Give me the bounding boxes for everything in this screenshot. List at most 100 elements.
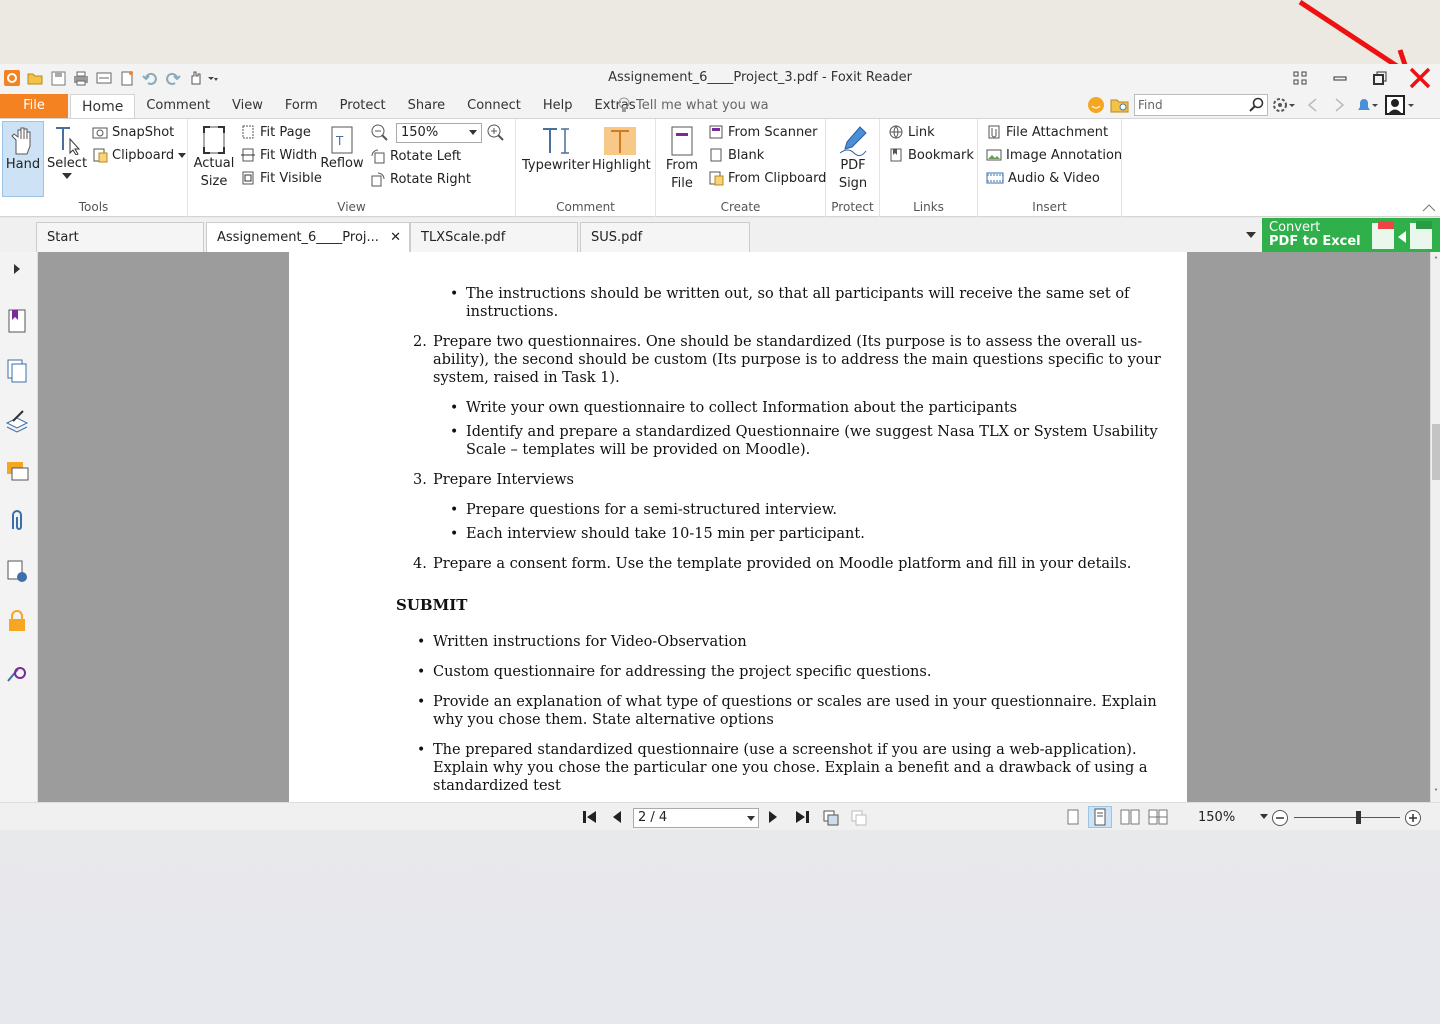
find-input[interactable]: Find [1134, 94, 1268, 116]
zoom-select[interactable]: 150% [396, 123, 482, 143]
open-folder-icon[interactable] [25, 69, 45, 87]
page-number-input[interactable]: 2 / 4 [633, 808, 759, 828]
print-icon[interactable] [71, 69, 91, 87]
zoom-slider-track[interactable] [1294, 817, 1400, 818]
first-page-icon[interactable] [582, 809, 598, 825]
rotate-right-button[interactable]: Rotate Right [370, 169, 471, 189]
user-account-icon[interactable] [1384, 95, 1416, 115]
zoom-slider-thumb[interactable] [1355, 811, 1361, 824]
from-clipboard-button[interactable]: From Clipboard [708, 168, 826, 188]
search-icon[interactable] [1248, 97, 1264, 113]
pages-panel-icon[interactable] [4, 358, 30, 384]
snapshot-button[interactable]: SnapShot [92, 122, 174, 142]
tab-sus[interactable]: SUS.pdf [580, 222, 750, 252]
back-arrow-icon[interactable] [1302, 96, 1324, 114]
single-page-view-icon[interactable] [1064, 808, 1082, 826]
link-button[interactable]: Link [888, 122, 935, 142]
minimize-button[interactable] [1320, 64, 1360, 92]
hand-tool-dropdown-icon[interactable] [186, 69, 220, 87]
fit-visible-button[interactable]: Fit Visible [240, 168, 322, 188]
tab-tlxscale[interactable]: TLXScale.pdf [410, 222, 578, 252]
forward-arrow-icon[interactable] [1328, 96, 1350, 114]
file-tab[interactable]: File [0, 94, 68, 118]
tab-list-dropdown-icon[interactable] [1246, 232, 1256, 238]
tab-start[interactable]: Start [36, 222, 204, 252]
file-attachment-button[interactable]: File Attachment [986, 122, 1108, 142]
comment-group-label: Comment [556, 200, 615, 214]
scroll-down-icon[interactable]: ˅ [1431, 788, 1440, 798]
reflow-button[interactable]: T Reflow [320, 121, 364, 181]
bookmarks-panel-icon[interactable] [4, 308, 30, 334]
gear-icon[interactable] [1272, 96, 1298, 114]
tab-comment[interactable]: Comment [135, 94, 221, 118]
vertical-scrollbar[interactable]: ˄ ˅ [1430, 252, 1440, 802]
signatures-panel-icon[interactable] [4, 558, 30, 584]
blank-button[interactable]: Blank [708, 145, 764, 165]
doc-line: system, raised in Task 1). [433, 370, 620, 386]
convert-pdf-to-excel-banner[interactable]: Convert PDF to Excel [1262, 218, 1440, 252]
hand-tool-button[interactable]: Hand [2, 121, 44, 197]
audio-video-label: Audio & Video [1008, 170, 1100, 186]
previous-view-icon[interactable] [822, 809, 840, 827]
tab-share[interactable]: Share [397, 94, 457, 118]
next-page-icon[interactable] [766, 809, 780, 825]
pdf-sign-button[interactable]: PDF Sign [830, 121, 876, 199]
tab-view[interactable]: View [221, 94, 274, 118]
clipboard-button[interactable]: Clipboard [92, 145, 187, 165]
collapse-ribbon-icon[interactable] [1422, 204, 1436, 212]
tell-me-search[interactable]: Tell me what you wa [618, 97, 769, 113]
smiley-feedback-icon[interactable] [1086, 95, 1106, 115]
tab-assignment[interactable]: Assignement_6____Proj... ✕ [206, 222, 410, 252]
zoom-in-icon[interactable] [486, 122, 504, 142]
restore-button[interactable] [1360, 64, 1400, 92]
zoom-out-button[interactable] [1271, 809, 1289, 827]
fit-width-button[interactable]: Fit Width [240, 145, 317, 165]
comments-panel-icon[interactable] [4, 458, 30, 484]
actual-size-button[interactable]: Actual Size [192, 121, 236, 199]
tab-home[interactable]: Home [70, 94, 136, 118]
continuous-view-icon[interactable] [1088, 806, 1112, 828]
bookmark-button[interactable]: Bookmark [888, 145, 974, 165]
audio-video-button[interactable]: Audio & Video [986, 168, 1100, 188]
search-tools-panel-icon[interactable] [4, 658, 30, 684]
ribbon-display-options-icon[interactable] [1280, 64, 1320, 92]
zoom-dropdown-icon[interactable] [1260, 814, 1268, 819]
foxit-logo-icon[interactable] [2, 69, 22, 87]
save-icon[interactable] [48, 69, 68, 87]
close-button[interactable] [1400, 64, 1440, 92]
bell-notification-icon[interactable] [1354, 96, 1380, 114]
security-lock-icon[interactable] [4, 608, 30, 634]
expand-panel-arrow-icon[interactable] [4, 256, 30, 282]
tab-help[interactable]: Help [532, 94, 584, 118]
search-folder-icon[interactable] [1110, 96, 1130, 114]
continuous-facing-view-icon[interactable] [1148, 808, 1168, 826]
image-annotation-button[interactable]: Image Annotation [986, 145, 1122, 165]
tab-protect[interactable]: Protect [329, 94, 397, 118]
fit-page-button[interactable]: Fit Page [240, 122, 311, 142]
highlight-button[interactable]: Highlight [592, 121, 651, 181]
next-view-icon[interactable] [850, 809, 868, 827]
close-tab-icon[interactable]: ✕ [390, 223, 401, 253]
attachments-panel-icon[interactable] [4, 508, 30, 534]
tab-connect[interactable]: Connect [456, 94, 532, 118]
redo-icon[interactable] [163, 69, 183, 87]
scan-icon[interactable] [94, 69, 114, 87]
scrollbar-thumb[interactable] [1432, 424, 1440, 480]
rotate-left-button[interactable]: Rotate Left [370, 146, 461, 166]
previous-page-icon[interactable] [610, 809, 624, 825]
zoom-in-button[interactable] [1404, 809, 1422, 827]
facing-view-icon[interactable] [1120, 808, 1140, 826]
select-tool-button[interactable]: Select [46, 121, 88, 197]
from-scanner-button[interactable]: From Scanner [708, 122, 818, 142]
last-page-icon[interactable] [794, 809, 810, 825]
tab-form[interactable]: Form [274, 94, 329, 118]
scroll-up-icon[interactable]: ˄ [1431, 256, 1440, 266]
undo-icon[interactable] [140, 69, 160, 87]
typewriter-button[interactable]: Typewriter [522, 121, 590, 181]
layers-panel-icon[interactable] [4, 408, 30, 434]
image-icon [986, 147, 1002, 163]
from-scanner-label: From Scanner [728, 124, 818, 140]
from-file-button[interactable]: From File [660, 121, 704, 199]
zoom-out-icon[interactable] [370, 122, 388, 142]
new-document-icon[interactable] [117, 69, 137, 87]
